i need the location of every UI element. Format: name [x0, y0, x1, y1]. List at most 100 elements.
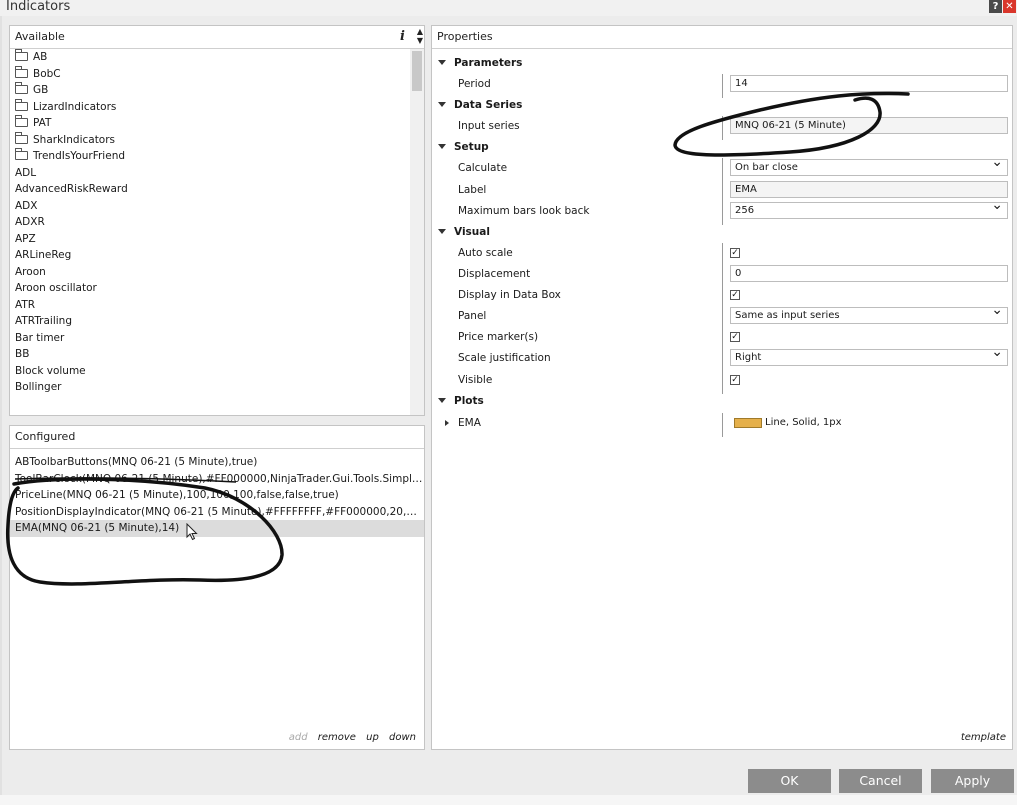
row-scale-justification: Scale justification Right: [432, 345, 1012, 372]
close-button[interactable]: ✕: [1003, 0, 1016, 13]
folder-icon: [15, 49, 28, 61]
calculate-select[interactable]: On bar close: [730, 155, 1008, 176]
visible-checkbox[interactable]: ✓: [730, 375, 740, 385]
row-visible: Visible ✓: [432, 370, 1012, 394]
collapse-triangle-icon: [438, 229, 446, 234]
indicator-item[interactable]: ADX: [10, 198, 410, 215]
row-panel: Panel Same as input series: [432, 303, 1012, 330]
window-title: Indicators: [6, 0, 71, 14]
indicator-item[interactable]: Bar timer: [10, 330, 410, 347]
folder-icon: [15, 131, 28, 144]
template-link[interactable]: template: [961, 732, 1006, 743]
folder-icon: [15, 65, 28, 78]
row-price-markers: Price marker(s) ✓: [432, 327, 1012, 351]
collapse-triangle-icon: [438, 102, 446, 107]
down-link[interactable]: down: [389, 732, 416, 743]
info-icon[interactable]: i: [400, 26, 405, 48]
row-period: Period 14: [432, 74, 1012, 98]
row-auto-scale: Auto scale ✓: [432, 243, 1012, 267]
row-plot-ema[interactable]: EMA Line, Solid, 1px: [432, 413, 1012, 437]
configured-item-selected[interactable]: EMA(MNQ 06-21 (5 Minute),14): [10, 520, 424, 537]
category-parameters[interactable]: Parameters: [432, 53, 522, 73]
configured-item[interactable]: PriceLine(MNQ 06-21 (5 Minute),100,100,1…: [10, 487, 424, 504]
row-calculate: Calculate On bar close: [432, 155, 1012, 182]
folder-item[interactable]: SharkIndicators: [10, 131, 410, 149]
folder-item[interactable]: TrendIsYourFriend: [10, 148, 410, 165]
price-markers-checkbox[interactable]: ✓: [730, 332, 740, 342]
category-setup[interactable]: Setup: [432, 137, 489, 157]
row-maximum-bars: Maximum bars look back 256: [432, 198, 1012, 225]
window-titlebar: Indicators ? ✕: [0, 0, 1017, 16]
folder-icon: [15, 148, 28, 160]
folder-item[interactable]: BobC: [10, 65, 410, 83]
sort-spinner-icon[interactable]: ▲ ▼: [415, 27, 424, 45]
window-left-edge: [0, 16, 2, 795]
row-label: Label EMA: [432, 180, 1012, 204]
category-data-series[interactable]: Data Series: [432, 95, 522, 115]
collapse-triangle-icon: [438, 60, 446, 65]
configured-item[interactable]: PositionDisplayIndicator(MNQ 06-21 (5 Mi…: [10, 504, 424, 521]
displacement-input[interactable]: 0: [730, 265, 1008, 282]
folder-item[interactable]: LizardIndicators: [10, 98, 410, 116]
auto-scale-checkbox[interactable]: ✓: [730, 248, 740, 258]
properties-header: Properties: [432, 26, 1012, 49]
collapse-triangle-icon: [438, 144, 446, 149]
up-link[interactable]: up: [366, 732, 379, 743]
indicator-item[interactable]: AdvancedRiskReward: [10, 181, 410, 198]
row-display-data-box: Display in Data Box ✓: [432, 285, 1012, 309]
indicator-item[interactable]: ARLineReg: [10, 247, 410, 264]
collapse-triangle-icon: [438, 398, 446, 403]
folder-item[interactable]: GB: [10, 82, 410, 99]
indicator-item[interactable]: ADL: [10, 165, 410, 182]
available-list[interactable]: AB BobC GB LizardIndicators PAT SharkInd…: [10, 49, 410, 415]
indicator-item[interactable]: Block volume: [10, 363, 410, 380]
expand-triangle-icon[interactable]: [445, 420, 449, 426]
ok-button[interactable]: OK: [748, 769, 831, 793]
indicator-item[interactable]: Aroon oscillator: [10, 280, 410, 297]
indicator-item[interactable]: Aroon: [10, 264, 410, 281]
folder-item[interactable]: AB: [10, 49, 410, 66]
label-input[interactable]: EMA: [730, 181, 1008, 198]
indicator-item[interactable]: ATR: [10, 297, 410, 314]
indicator-item[interactable]: Bollinger: [10, 379, 410, 396]
input-series-field[interactable]: MNQ 06-21 (5 Minute): [730, 117, 1008, 134]
indicator-item[interactable]: ATRTrailing: [10, 313, 410, 330]
folder-icon: [15, 98, 28, 111]
status-strip: [0, 795, 1017, 805]
maximum-bars-select[interactable]: 256: [730, 198, 1008, 219]
folder-icon: [15, 115, 28, 127]
folder-item[interactable]: PAT: [10, 115, 410, 132]
available-panel: Available i ▲ ▼ AB BobC GB LizardIndicato…: [9, 25, 425, 416]
configured-item[interactable]: ToolBarClock(MNQ 06-21 (5 Minute),#FF000…: [10, 471, 424, 488]
add-link[interactable]: add: [289, 732, 308, 743]
configured-item[interactable]: ABToolbarButtons(MNQ 06-21 (5 Minute),tr…: [10, 454, 424, 471]
indicator-item[interactable]: APZ: [10, 231, 410, 248]
folder-icon: [15, 82, 28, 94]
configured-panel: Configured ABToolbarButtons(MNQ 06-21 (5…: [9, 425, 425, 750]
category-visual[interactable]: Visual: [432, 222, 490, 242]
available-scrollbar[interactable]: [410, 49, 424, 415]
configured-list[interactable]: ABToolbarButtons(MNQ 06-21 (5 Minute),tr…: [10, 454, 424, 537]
plot-style-label: Line, Solid, 1px: [765, 417, 842, 428]
properties-panel: Properties Parameters Period 14 Data Ser…: [431, 25, 1013, 750]
indicator-item[interactable]: ADXR: [10, 214, 410, 231]
apply-button[interactable]: Apply: [931, 769, 1014, 793]
row-displacement: Displacement 0: [432, 264, 1012, 288]
scrollbar-thumb[interactable]: [412, 51, 422, 91]
period-input[interactable]: 14: [730, 75, 1008, 92]
row-input-series: Input series MNQ 06-21 (5 Minute): [432, 116, 1012, 140]
display-data-box-checkbox[interactable]: ✓: [730, 290, 740, 300]
cancel-button[interactable]: Cancel: [839, 769, 922, 793]
available-title: Available: [15, 30, 65, 43]
remove-link[interactable]: remove: [318, 732, 356, 743]
available-header: Available i ▲ ▼: [10, 26, 424, 49]
indicator-item[interactable]: BB: [10, 346, 410, 363]
mouse-cursor-icon: [186, 523, 198, 541]
plot-color-swatch[interactable]: [734, 418, 762, 428]
panel-select[interactable]: Same as input series: [730, 303, 1008, 324]
configured-actions: add remove up down: [282, 732, 416, 743]
scale-justification-select[interactable]: Right: [730, 345, 1008, 366]
configured-header: Configured: [10, 426, 424, 449]
category-plots[interactable]: Plots: [432, 391, 484, 411]
help-button[interactable]: ?: [989, 0, 1002, 13]
